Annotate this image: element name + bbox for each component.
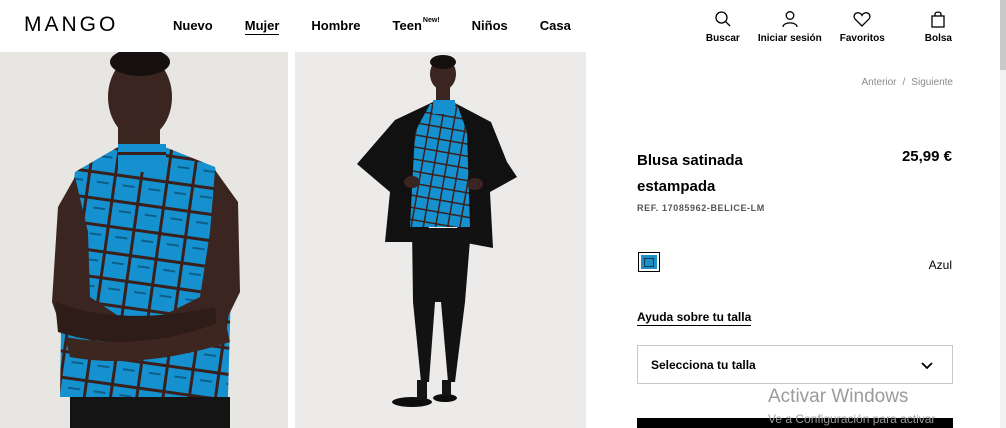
swatch-fill — [641, 255, 657, 269]
prevnext-separator: / — [902, 77, 906, 88]
login-button[interactable]: Iniciar sesión — [758, 10, 822, 44]
nav-label: Mujer — [244, 18, 280, 33]
mango-logo[interactable]: MANGO — [24, 13, 118, 37]
bag-icon — [931, 11, 946, 28]
size-select-label: Selecciona tu talla — [651, 358, 756, 372]
nav-item-hombre[interactable]: Hombre — [311, 18, 360, 35]
product-price: 25,99 € — [901, 148, 952, 165]
main-nav: Nuevo Mujer Hombre TeenNew! Niños Casa — [173, 16, 603, 35]
watermark-line2: Ve a Configuración para activar — [768, 412, 936, 426]
prev-link[interactable]: Anterior — [862, 77, 897, 88]
prev-next-nav: Anterior / Siguiente — [862, 77, 954, 88]
search-icon — [715, 11, 731, 27]
product-image-closeup[interactable] — [0, 52, 288, 428]
page-scrollbar[interactable] — [1000, 0, 1006, 428]
nav-label: Teen — [392, 18, 422, 33]
size-select[interactable]: Selecciona tu talla — [637, 345, 953, 384]
model-closeup-illustration — [52, 52, 240, 428]
heart-icon — [853, 12, 871, 27]
favorites-button[interactable]: Favoritos — [840, 10, 885, 44]
product-title: Blusa satinada estampada — [637, 152, 743, 195]
nav-item-casa[interactable]: Casa — [540, 18, 571, 35]
nav-item-teen[interactable]: TeenNew! — [392, 16, 440, 35]
product-image-fullbody[interactable] — [295, 52, 586, 428]
next-link[interactable]: Siguiente — [911, 77, 953, 88]
nav-item-nuevo[interactable]: Nuevo — [173, 18, 213, 35]
top-header: MANGO Nuevo Mujer Hombre TeenNew! Niños … — [0, 0, 1006, 52]
search-label: Buscar — [705, 33, 740, 44]
chevron-down-icon — [921, 362, 933, 370]
new-badge: New! — [422, 16, 440, 24]
nav-label: Nuevo — [173, 18, 213, 33]
nav-item-mujer[interactable]: Mujer — [244, 18, 280, 35]
product-page: MANGO Nuevo Mujer Hombre TeenNew! Niños … — [0, 0, 1006, 428]
product-reference: REF. 17085962-BELICE-LM — [637, 203, 765, 213]
size-help-link[interactable]: Ayuda sobre tu talla — [637, 310, 752, 326]
nav-label: Niños — [471, 18, 508, 33]
color-name: Azul — [928, 258, 952, 272]
search-button[interactable]: Buscar — [706, 10, 740, 44]
nav-item-ninos[interactable]: Niños — [472, 18, 508, 35]
bag-button[interactable]: Bolsa — [925, 10, 952, 44]
model-fullbody-illustration — [357, 55, 517, 407]
bag-label: Bolsa — [924, 33, 952, 44]
header-actions: Buscar Iniciar sesión Favoritos Bolsa — [688, 10, 952, 44]
login-label: Iniciar sesión — [757, 33, 822, 44]
color-swatch-azul[interactable] — [638, 252, 660, 272]
windows-activation-watermark: Activar Windows Ve a Configuración para … — [768, 386, 935, 426]
nav-label: Hombre — [311, 18, 361, 33]
scrollbar-thumb[interactable] — [1000, 0, 1006, 70]
user-icon — [782, 11, 798, 28]
nav-label: Casa — [539, 18, 571, 33]
favorites-label: Favoritos — [839, 33, 885, 44]
watermark-line1: Activar Windows — [768, 386, 909, 407]
